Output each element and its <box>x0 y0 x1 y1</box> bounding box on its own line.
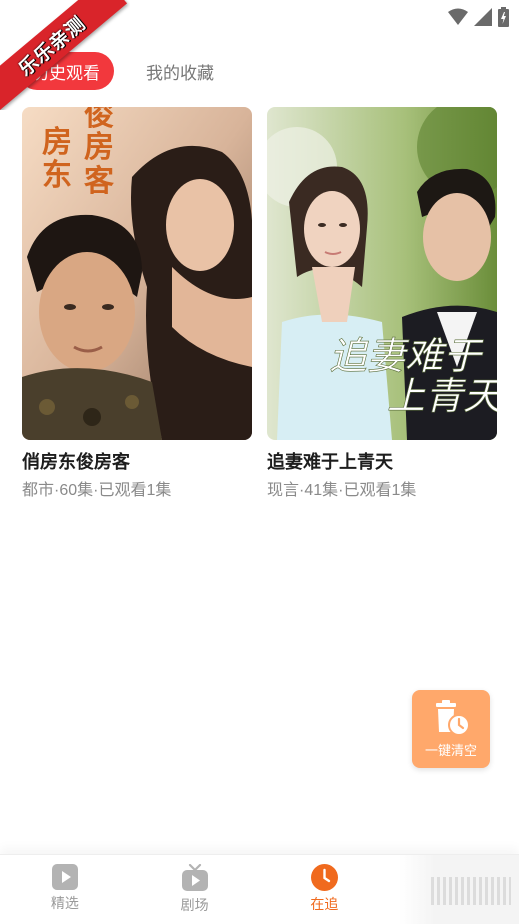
ribbon-text: 乐乐亲测 <box>14 12 90 81</box>
nav-item-following[interactable]: 在追 <box>260 855 390 924</box>
nav-item-theater[interactable]: 剧场 <box>130 855 260 924</box>
battery-icon <box>498 7 509 27</box>
wifi-icon <box>448 8 468 25</box>
svg-text:房: 房 <box>84 130 114 165</box>
drama-poster[interactable]: 房 东 俊 房 客 <box>22 107 252 440</box>
trash-clock-icon <box>436 699 470 736</box>
drama-title[interactable]: 俏房东俊房客 <box>22 450 252 474</box>
svg-text:上青天: 上青天 <box>387 374 497 418</box>
drama-card[interactable]: 追妻难于 上青天 追妻难于上青天 现言·41集·已观看1集 <box>267 107 497 501</box>
svg-text:东: 东 <box>42 158 72 193</box>
drama-poster[interactable]: 追妻难于 上青天 <box>267 107 497 440</box>
poster-title-text: 房 <box>42 125 72 160</box>
svg-text:客: 客 <box>84 164 114 199</box>
nav-label: 在追 <box>310 896 339 912</box>
drama-meta: 现言·41集·已观看1集 <box>267 482 417 499</box>
drama-title[interactable]: 追妻难于上青天 <box>267 450 497 474</box>
bottom-nav: 精选 剧场 在追 <box>0 854 519 924</box>
signal-icon <box>474 8 492 26</box>
tv-icon <box>181 864 208 891</box>
clock-icon <box>310 864 338 891</box>
poster-title-text: 追妻难于 <box>329 334 484 378</box>
nav-item-featured[interactable]: 精选 <box>0 855 130 924</box>
clear-all-button[interactable]: 一键清空 <box>412 690 490 768</box>
nav-label: 剧场 <box>180 897 209 913</box>
blurred-overlay <box>399 855 519 924</box>
play-icon <box>51 864 78 890</box>
nav-label: 精选 <box>50 895 79 911</box>
tab-favorites[interactable]: 我的收藏 <box>136 52 228 90</box>
drama-meta: 都市·60集·已观看1集 <box>22 482 172 499</box>
watermark-ribbon: 乐乐亲测 <box>0 0 130 110</box>
nav-item-profile[interactable] <box>389 855 519 924</box>
drama-grid: 房 东 俊 房 客 俏房东俊房客 都市·60集·已观看1集 追妻难于 上青天 追… <box>22 107 497 501</box>
clear-all-label: 一键清空 <box>424 742 477 758</box>
drama-card[interactable]: 房 东 俊 房 客 俏房东俊房客 都市·60集·已观看1集 <box>22 107 252 501</box>
